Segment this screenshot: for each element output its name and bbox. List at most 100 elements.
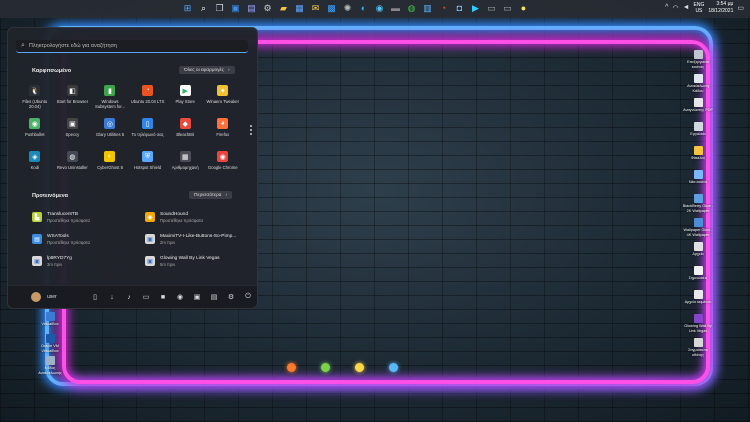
pinned-app[interactable]: ◎ Glary Utilities 5 <box>91 115 129 148</box>
settings-icon[interactable]: ⚙ <box>261 2 274 15</box>
desktop-icon-label: Αρχείο <box>692 252 704 256</box>
documents-icon[interactable]: ▯ <box>90 292 100 302</box>
widgets-icon[interactable]: ▣ <box>229 2 242 15</box>
username[interactable]: user <box>47 294 57 300</box>
desktop-icon[interactable]: Σημειώσεις <box>682 266 714 281</box>
pinned-app[interactable]: ▦ Αριθμομηχανή <box>166 148 204 181</box>
window-icon[interactable]: ▭ <box>485 2 498 15</box>
desktop-icon-label: BlackBerry Glow - 2K Wallpaper <box>682 204 714 213</box>
tool-icon[interactable]: ◘ <box>453 2 466 15</box>
pinned-app[interactable]: ▮ Windows Subsystem for... <box>91 82 129 115</box>
start-search-box[interactable]: ⌕ Πληκτρολογήστε εδώ για αναζήτηση <box>16 40 248 53</box>
desktop-icon[interactable]: Νέα εικόνα <box>682 170 714 185</box>
more-button[interactable]: Περισσότερα › <box>189 191 233 199</box>
xbox-icon[interactable]: ◍ <box>405 2 418 15</box>
media-player-icon[interactable]: ▶ <box>469 2 482 15</box>
bulb-icon[interactable]: ● <box>517 2 530 15</box>
edge-icon[interactable]: ◐ <box>357 2 370 15</box>
language-indicator[interactable]: ENG US <box>694 2 705 14</box>
desktop-icon[interactable]: Ανακύκλωση Κάδου <box>682 74 714 93</box>
balloon-orange-icon[interactable] <box>287 363 296 372</box>
pinned-app[interactable]: ✦ Winaero Tweaker <box>204 82 242 115</box>
pinned-app[interactable]: ⛨ Hotspot Shield <box>129 148 167 181</box>
ubuntu-icon[interactable]: ◔ <box>437 2 450 15</box>
recommended-item[interactable]: ◉ SoundHound Προστέθηκε πρόσφατα <box>145 208 253 226</box>
desktop-icon[interactable]: Φάκελος <box>682 146 714 161</box>
pinned-app[interactable]: ◆ BleachBit <box>166 115 204 148</box>
desktop-icon-label: Νέα εικόνα <box>688 180 708 184</box>
photos-icon[interactable]: ▥ <box>421 2 434 15</box>
pinned-app[interactable]: ◉ Google Chrome <box>204 148 242 181</box>
chat-icon[interactable]: ▤ <box>245 2 258 15</box>
display-icon[interactable]: ▭ <box>501 2 514 15</box>
show-hidden-icons-button[interactable]: ^ <box>665 4 668 11</box>
network-icon[interactable]: ◉ <box>175 292 185 302</box>
recommended-item[interactable]: ▣ lp8RYD7Yg 3m πριν <box>32 252 140 270</box>
recommended-item[interactable]: ▙ TranslucentTB Προστέθηκε πρόσφατα <box>32 208 140 226</box>
pinned-apps-grid: 🐧 Files (Ubuntu 20.04) ◧ Start for Browser ▮… <box>16 82 242 181</box>
pinned-app[interactable]: ◔ Ubuntu 20.04 LTS <box>129 82 167 115</box>
wifi-icon[interactable]: ◠ <box>672 4 678 12</box>
pinned-app[interactable]: ◈ Kodi <box>16 148 54 181</box>
file-explorer-icon[interactable]: ▤ <box>209 292 219 302</box>
search-icon[interactable]: ⌕ <box>197 2 210 15</box>
task-view-icon[interactable]: ❐ <box>213 2 226 15</box>
store-icon[interactable]: ▩ <box>325 2 338 15</box>
pinned-app[interactable]: ◧ Start for Browser <box>54 82 92 115</box>
picture-icon <box>693 170 703 179</box>
pinned-app-label: Hotspot Shield <box>133 165 162 170</box>
balloon-green-icon[interactable] <box>321 363 330 372</box>
balloon-yellow-icon[interactable] <box>355 363 364 372</box>
notepad-icon[interactable]: ▦ <box>293 2 306 15</box>
browser-icon[interactable]: ◉ <box>373 2 386 15</box>
desktop-icon[interactable]: Στιγμιότυπο οθόνης <box>682 338 714 357</box>
desktop-icon[interactable]: Αρχείο κειμένου <box>682 290 714 305</box>
pinned-app[interactable]: ▶ Play Store <box>166 82 204 115</box>
notifications-icon[interactable]: ▭ <box>737 4 744 12</box>
desktop-icon[interactable]: Κάδος Ανακύκλωσης <box>34 356 66 375</box>
terminal-icon[interactable]: ▬ <box>389 2 402 15</box>
balloon-blue-icon[interactable] <box>389 363 398 372</box>
desktop-icon[interactable]: BlackBerry Glow - 2K Wallpaper <box>682 194 714 213</box>
pinned-app[interactable]: ▯ Το τηλέφωνό σας <box>129 115 167 148</box>
page-indicator[interactable] <box>250 125 252 135</box>
volume-icon[interactable]: ◄ <box>683 4 690 11</box>
pinned-app[interactable]: ◍ Revo Uninstaller <box>54 148 92 181</box>
desktop-icon[interactable]: Αρχείο <box>682 242 714 257</box>
desktop-icon[interactable]: Glowing Wall By Link Vegas <box>682 314 714 333</box>
explorer-icon[interactable]: ▰ <box>277 2 290 15</box>
desktop-icon[interactable]: Wallpaper Glow - 4K Wallpaper <box>682 218 714 237</box>
pinned-app[interactable]: ◐ CyberGhost 8 <box>91 148 129 181</box>
gear-app-icon[interactable]: ✺ <box>341 2 354 15</box>
mail-icon[interactable]: ✉ <box>309 2 322 15</box>
recommended-item[interactable]: ▤ WSATools Προστέθηκε πρόσφατα <box>32 230 140 248</box>
pinned-app-label: Glary Utilities 5 <box>95 132 125 137</box>
recommended-item[interactable]: ▣ Glowing Wall By Link Vegas 5m πριν <box>145 252 253 270</box>
desktop-icon[interactable]: Oracle VM VirtualBox <box>34 334 66 353</box>
power-icon[interactable]: ⏻ <box>243 292 253 302</box>
recommended-item[interactable]: ▣ MaximiTV-I-Like-Buttons-So-Pimp... 2m πρ… <box>145 230 253 248</box>
videos-icon[interactable]: ■ <box>158 292 168 302</box>
clock[interactable]: 3:54 μμ 18/12/2021 <box>708 1 733 14</box>
pinned-app[interactable]: 🐧 Files (Ubuntu 20.04) <box>16 82 54 115</box>
settings-icon[interactable]: ⚙ <box>226 292 236 302</box>
personal-folder-icon[interactable]: ▣ <box>192 292 202 302</box>
start-icon[interactable]: ⊞ <box>181 2 194 15</box>
desktop-icon[interactable]: Επεξεργασία εικόνας <box>682 50 714 69</box>
tools-icon <box>693 122 703 131</box>
start-menu: ⌕ Πληκτρολογήστε εδώ για αναζήτηση Καρφι… <box>7 27 258 309</box>
pinned-app[interactable]: ▣ Speccy <box>54 115 92 148</box>
desktop-icon[interactable]: Αναγνώστης PDF <box>682 98 714 113</box>
pinned-app-label: CyberGhost 8 <box>97 165 123 170</box>
pinned-app-label: Play Store <box>175 99 195 104</box>
pinned-app[interactable]: ◕ Firefox <box>204 115 242 148</box>
pinned-app[interactable]: ◉ Pushbullet <box>16 115 54 148</box>
pictures-icon[interactable]: ▭ <box>141 292 151 302</box>
desktop-icon[interactable]: VirtualBox <box>34 312 66 327</box>
wallpaper-icon <box>693 194 703 203</box>
all-apps-button[interactable]: Όλες οι εφαρμογές › <box>179 66 235 74</box>
avatar[interactable] <box>31 292 41 302</box>
downloads-icon[interactable]: ↓ <box>107 292 117 302</box>
music-icon[interactable]: ♪ <box>124 292 134 302</box>
desktop-icon[interactable]: Εργαλεία <box>682 122 714 137</box>
